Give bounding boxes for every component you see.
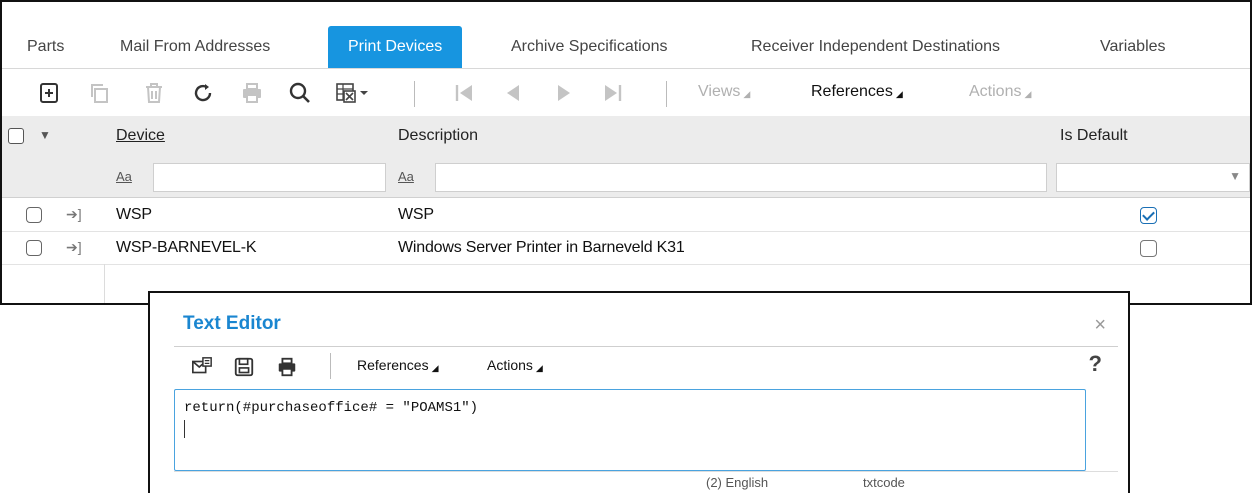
status-language: (2) English	[706, 475, 769, 490]
dialog-title: Text Editor	[183, 313, 281, 334]
next-record-icon[interactable]	[550, 79, 578, 107]
code-text: return(#purchaseoffice# = "POAMS1")	[184, 400, 479, 416]
toolbar: Views ◢ References ◢ Actions ◢	[2, 68, 1250, 116]
help-icon[interactable]: ?	[1089, 351, 1102, 377]
case-sensitive-toggle[interactable]: Aa	[116, 169, 132, 184]
tab-mail-from-addresses[interactable]: Mail From Addresses	[120, 26, 270, 68]
text-editor-dialog: Text Editor × References ◢ Actions ◢ ? ret…	[148, 291, 1130, 493]
tab-variables[interactable]: Variables	[1100, 26, 1166, 68]
status-divider	[174, 471, 1118, 472]
is-default-checkbox[interactable]	[1140, 240, 1157, 257]
menu-caret-icon: ◢	[895, 89, 903, 99]
description-cell: WSP	[398, 206, 434, 223]
code-editor-textarea[interactable]: return(#purchaseoffice# = "POAMS1")	[174, 389, 1086, 471]
chevron-down-icon: ▼	[1229, 169, 1241, 183]
references-menu-label: References	[811, 83, 893, 100]
tab-archive-specifications[interactable]: Archive Specifications	[511, 26, 668, 68]
device-cell: WSP	[116, 206, 152, 223]
delete-icon[interactable]	[140, 79, 168, 107]
toolbar-divider	[666, 81, 667, 107]
column-header-is-default[interactable]: Is Default	[1060, 127, 1128, 145]
select-menu-caret-icon[interactable]: ▼	[39, 128, 51, 142]
device-cell: WSP-BARNEVEL-K	[116, 239, 257, 256]
menu-caret-icon: ◢	[743, 89, 751, 99]
first-record-icon[interactable]	[450, 79, 478, 107]
row-select-checkbox[interactable]	[26, 207, 42, 223]
table-row[interactable]: ➔] WSP WSP	[2, 199, 1250, 232]
column-header-device[interactable]: Device	[116, 127, 165, 145]
print-icon[interactable]	[275, 355, 299, 379]
print-icon[interactable]	[238, 79, 266, 107]
search-icon[interactable]	[286, 79, 314, 107]
dialog-actions-menu[interactable]: Actions ◢	[487, 357, 543, 374]
tab-bar: Parts Mail From Addresses Print Devices …	[2, 26, 1250, 68]
status-mode: txtcode	[863, 475, 905, 490]
grid-header: ▼ Device Description Is Default	[2, 116, 1250, 157]
dialog-toolbar-divider	[330, 353, 331, 379]
column-header-description[interactable]: Description	[398, 127, 478, 145]
column-divider	[104, 264, 105, 303]
description-cell: Windows Server Printer in Barneveld K31	[398, 239, 685, 256]
open-record-icon[interactable]: ➔]	[66, 206, 82, 223]
dialog-references-label: References	[357, 357, 429, 373]
views-menu-label: Views	[698, 83, 741, 100]
mail-merge-icon[interactable]	[190, 355, 214, 379]
references-menu[interactable]: References ◢	[811, 83, 903, 101]
device-filter-input[interactable]	[153, 163, 386, 192]
is-default-checkbox[interactable]	[1140, 207, 1157, 224]
toolbar-divider	[414, 81, 415, 107]
tab-parts[interactable]: Parts	[27, 26, 64, 68]
close-icon[interactable]: ×	[1094, 314, 1106, 337]
table-row[interactable]: ➔] WSP-BARNEVEL-K Windows Server Printer…	[2, 232, 1250, 265]
tab-receiver-independent-destinations[interactable]: Receiver Independent Destinations	[751, 26, 1000, 68]
copy-icon[interactable]	[85, 79, 113, 107]
tab-print-devices[interactable]: Print Devices	[328, 26, 463, 68]
open-record-icon[interactable]: ➔]	[66, 239, 82, 256]
dialog-actions-label: Actions	[487, 357, 533, 373]
save-icon[interactable]	[232, 355, 256, 379]
export-excel-icon[interactable]	[333, 79, 373, 107]
new-record-icon[interactable]	[35, 79, 63, 107]
actions-menu[interactable]: Actions ◢	[969, 83, 1031, 101]
actions-menu-label: Actions	[969, 83, 1022, 100]
previous-record-icon[interactable]	[499, 79, 527, 107]
menu-caret-icon: ◢	[431, 363, 439, 373]
case-sensitive-toggle[interactable]: Aa	[398, 169, 414, 184]
dialog-references-menu[interactable]: References ◢	[357, 357, 439, 374]
select-all-checkbox[interactable]	[8, 128, 24, 144]
views-menu[interactable]: Views ◢	[698, 83, 750, 101]
refresh-icon[interactable]	[189, 79, 217, 107]
description-filter-input[interactable]	[435, 163, 1047, 192]
row-select-checkbox[interactable]	[26, 240, 42, 256]
is-default-filter-select[interactable]: ▼	[1056, 163, 1250, 192]
text-caret	[184, 420, 185, 438]
menu-caret-icon: ◢	[535, 363, 543, 373]
filter-row: Aa Aa ▼	[2, 157, 1250, 198]
menu-caret-icon: ◢	[1024, 89, 1032, 99]
print-devices-window: Parts Mail From Addresses Print Devices …	[0, 0, 1252, 305]
dialog-title-divider	[174, 346, 1118, 347]
last-record-icon[interactable]	[599, 79, 627, 107]
